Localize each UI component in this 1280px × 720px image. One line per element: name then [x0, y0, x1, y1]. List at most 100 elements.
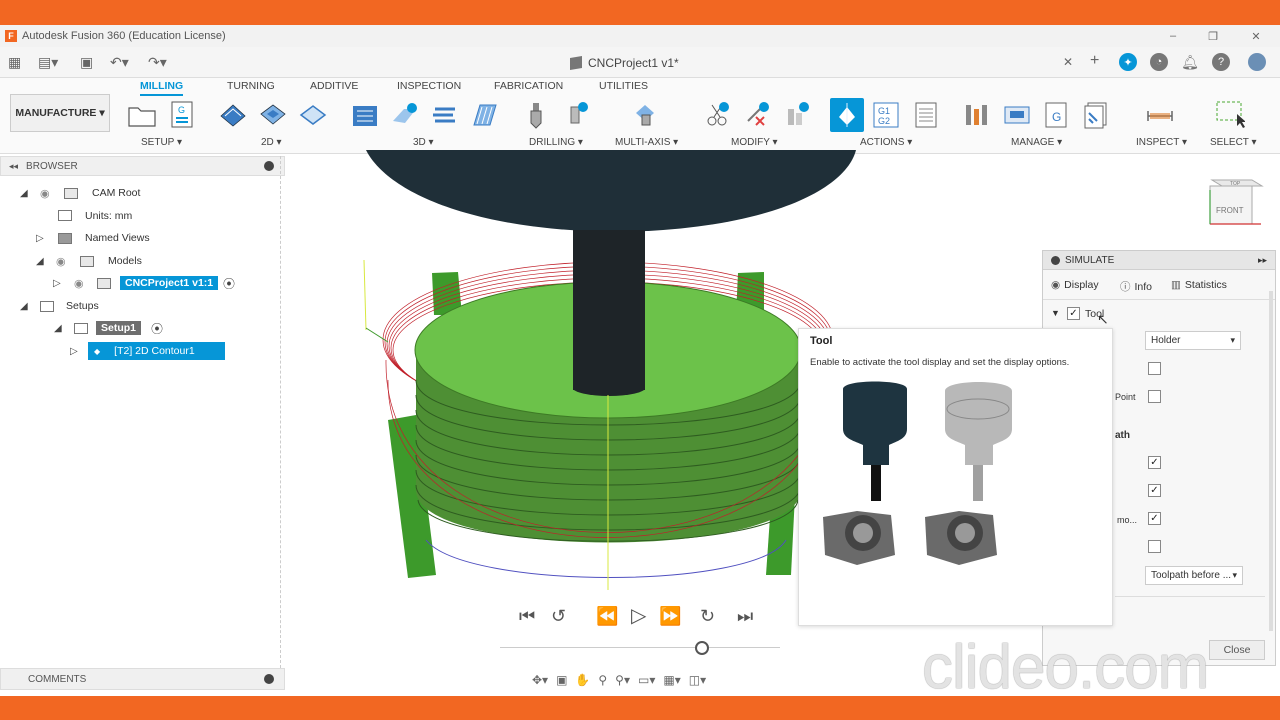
restore-icon[interactable]: ❐	[1205, 28, 1221, 44]
option-checkbox-5[interactable]: ✓	[1148, 512, 1161, 525]
new-tab-icon[interactable]: +	[1090, 52, 1099, 70]
collapse-arrow-icon[interactable]: ◢	[54, 323, 62, 334]
minimize-icon[interactable]: –	[1165, 28, 1181, 44]
inspect-group-label[interactable]: INSPECT ▾	[1136, 137, 1187, 148]
simulate-button[interactable]	[830, 98, 864, 132]
contour-3d-icon[interactable]	[470, 100, 500, 130]
notifications-icon[interactable]: 🔔︎	[1181, 53, 1199, 71]
2d-adaptive-icon[interactable]	[218, 100, 248, 130]
multi-axis-group-label[interactable]: MULTI-AXIS ▾	[615, 137, 678, 148]
hole-recognition-icon[interactable]	[561, 100, 591, 130]
look-at-icon[interactable]: ▣	[556, 673, 567, 687]
tree-row-setup1[interactable]: ◢ Setup1 ⦿	[0, 318, 285, 338]
go-to-start-icon[interactable]: ⏮	[519, 606, 535, 627]
machine-library-icon[interactable]	[1002, 100, 1032, 130]
document-tab[interactable]: CNCProject1 v1*	[570, 51, 679, 75]
expand-arrow-icon[interactable]: ▷	[70, 346, 78, 357]
grid-settings-icon[interactable]: ▦▾	[663, 673, 680, 687]
activate-radio-icon[interactable]: ⦿	[151, 320, 163, 337]
tree-row-units[interactable]: Units: mm	[0, 206, 285, 226]
3d-adaptive-icon[interactable]	[350, 100, 380, 130]
activate-radio-icon[interactable]: ⦿	[223, 275, 235, 292]
go-to-end-icon[interactable]: ⏭	[737, 606, 753, 627]
tab-inspection[interactable]: INSPECTION	[397, 80, 461, 92]
play-icon[interactable]: ▷	[631, 603, 646, 628]
select-window-icon[interactable]	[1215, 100, 1245, 130]
tab-additive[interactable]: ADDITIVE	[310, 80, 358, 92]
visibility-eye-icon[interactable]: ◉	[74, 277, 84, 290]
expand-arrow-icon[interactable]: ▷	[53, 278, 61, 289]
modify-cut-icon[interactable]	[702, 100, 732, 130]
fit-icon[interactable]: ⚲▾	[615, 673, 630, 687]
setup-group-label[interactable]: SETUP ▾	[141, 137, 182, 148]
collapse-arrow-icon[interactable]: ◢	[20, 301, 28, 312]
tool-display-dropdown[interactable]: Holder	[1145, 331, 1241, 350]
tree-row-models[interactable]: ◢ ◉ Models	[0, 251, 285, 271]
expand-panel-icon[interactable]: ▸▸	[1258, 255, 1267, 266]
option-checkbox-2[interactable]	[1148, 390, 1161, 403]
browser-pin-icon[interactable]	[264, 161, 274, 171]
user-avatar[interactable]	[1248, 53, 1266, 71]
option-checkbox-6[interactable]	[1148, 540, 1161, 553]
simulation-timeline[interactable]	[500, 647, 780, 648]
panel-scrollbar[interactable]	[1269, 291, 1273, 631]
tree-row-named-views[interactable]: ▷ Named Views	[0, 228, 285, 248]
step-forward-icon[interactable]: ⏩	[659, 606, 681, 627]
drill-icon[interactable]	[521, 100, 551, 130]
collapse-arrow-icon[interactable]: ◢	[20, 188, 28, 199]
3d-pocket-icon[interactable]	[390, 100, 420, 130]
post-library-icon[interactable]: G	[1042, 100, 1072, 130]
previous-operation-icon[interactable]: ↺⁠	[551, 606, 566, 627]
workspace-switcher[interactable]: MANUFACTURE ▾	[10, 94, 110, 132]
post-process-icon[interactable]: G1 G2	[871, 100, 901, 130]
expand-arrow-icon[interactable]: ▷	[36, 233, 44, 244]
close-tab-icon[interactable]: ✕	[1063, 55, 1073, 69]
close-window-icon[interactable]: ✕	[1248, 28, 1264, 44]
tree-row-contour[interactable]: ▷ ◆ [T2] 2D Contour1	[0, 341, 285, 361]
measure-icon[interactable]	[1145, 100, 1175, 130]
job-status-icon[interactable]: ◔	[1150, 53, 1168, 71]
visibility-eye-icon[interactable]: ◉	[40, 187, 50, 200]
setup-sheet-icon[interactable]: G	[167, 100, 197, 130]
templates-icon[interactable]	[1082, 100, 1112, 130]
option-checkbox-1[interactable]	[1148, 362, 1161, 375]
select-group-label[interactable]: SELECT ▾	[1210, 137, 1257, 148]
collapse-arrow-icon[interactable]: ◢	[36, 256, 44, 267]
2d-group-label[interactable]: 2D ▾	[261, 137, 282, 148]
orbit-icon[interactable]: ✥▾	[532, 673, 548, 687]
collapse-browser-icon[interactable]: ◂◂	[9, 161, 18, 172]
grid-menu-icon[interactable]: ▦	[8, 54, 21, 71]
2d-pocket-icon[interactable]	[258, 100, 288, 130]
tab-utilities[interactable]: UTILITIES	[599, 80, 648, 92]
visibility-eye-icon[interactable]: ◉	[56, 255, 66, 268]
redo-icon[interactable]: ↷▾	[148, 54, 167, 71]
tool-library-icon[interactable]	[962, 100, 992, 130]
close-button[interactable]: Close	[1209, 640, 1265, 660]
tab-display[interactable]: ◉ Display	[1051, 279, 1099, 291]
comments-panel[interactable]: COMMENTS	[0, 668, 285, 690]
multi-axis-icon[interactable]	[630, 100, 660, 130]
modify-group-label[interactable]: MODIFY ▾	[731, 137, 778, 148]
undo-icon[interactable]: ↶▾	[110, 54, 129, 71]
3d-group-label[interactable]: 3D ▾	[413, 137, 434, 148]
tool-section-collapse-icon[interactable]: ▼	[1051, 308, 1060, 318]
tab-fabrication[interactable]: FABRICATION	[494, 80, 563, 92]
setup-sheet-doc-icon[interactable]	[911, 100, 941, 130]
next-operation-icon[interactable]: ↻⁠	[700, 606, 715, 627]
parallel-icon[interactable]	[430, 100, 460, 130]
actions-group-label[interactable]: ACTIONS ▾	[860, 137, 912, 148]
option-checkbox-3[interactable]: ✓	[1148, 456, 1161, 469]
option-checkbox-4[interactable]: ✓	[1148, 484, 1161, 497]
pan-icon[interactable]: ✋	[575, 673, 590, 687]
save-icon[interactable]: ▣	[80, 54, 93, 71]
tab-milling[interactable]: MILLING	[140, 80, 184, 96]
tab-statistics[interactable]: ▥ Statistics	[1171, 279, 1227, 291]
help-icon[interactable]: ?	[1212, 53, 1230, 71]
drilling-group-label[interactable]: DRILLING ▾	[529, 137, 583, 148]
file-icon[interactable]: ▤▾	[38, 54, 58, 71]
browser-header[interactable]: ◂◂ BROWSER	[0, 156, 285, 176]
modify-delete-icon[interactable]	[742, 100, 772, 130]
display-settings-icon[interactable]: ▭▾	[638, 673, 655, 687]
manage-group-label[interactable]: MANAGE ▾	[1011, 137, 1062, 148]
toolpath-mode-dropdown[interactable]: Toolpath before ...	[1145, 566, 1243, 585]
